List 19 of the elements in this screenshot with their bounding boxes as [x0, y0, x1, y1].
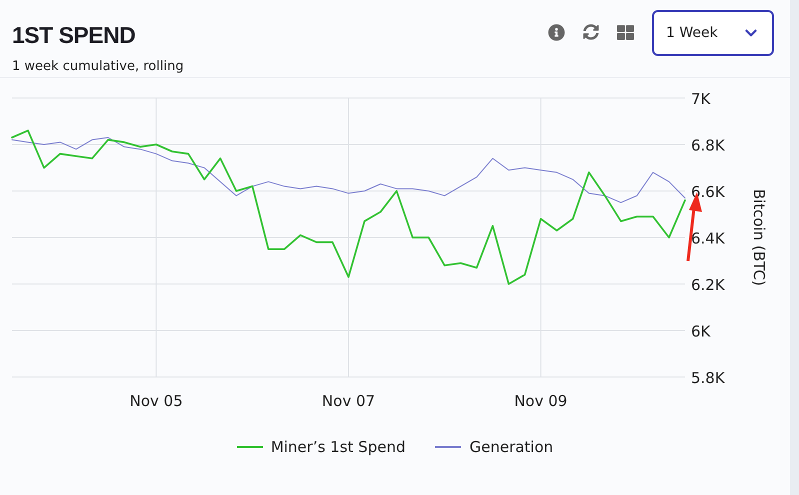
range-dropdown[interactable]: 1 Week — [652, 10, 774, 56]
y-axis-label: 7K — [691, 90, 710, 108]
y-axis-label: 6.2K — [691, 276, 725, 294]
refresh-icon[interactable] — [583, 24, 599, 40]
legend-item[interactable]: Generation — [435, 438, 554, 456]
x-axis-label: Nov 05 — [130, 392, 183, 410]
x-axis-label: Nov 09 — [514, 392, 568, 410]
y-axis-label: 6.4K — [691, 230, 725, 248]
y-axis-title: Bitcoin (BTC) — [750, 189, 768, 286]
grid-icon[interactable] — [617, 24, 634, 41]
y-axis-label: 5.8K — [691, 369, 725, 387]
x-axis-label: Nov 07 — [322, 392, 376, 410]
legend-item[interactable]: Miner’s 1st Spend — [236, 438, 406, 456]
card-subtitle: 1 week cumulative, rolling — [12, 59, 184, 74]
y-axis-label: 6K — [691, 322, 710, 340]
card-title: 1ST SPEND — [12, 22, 136, 49]
info-icon[interactable] — [548, 24, 565, 41]
y-axis-label: 6.8K — [691, 136, 725, 154]
y-axis-label: 6.6K — [691, 183, 725, 201]
